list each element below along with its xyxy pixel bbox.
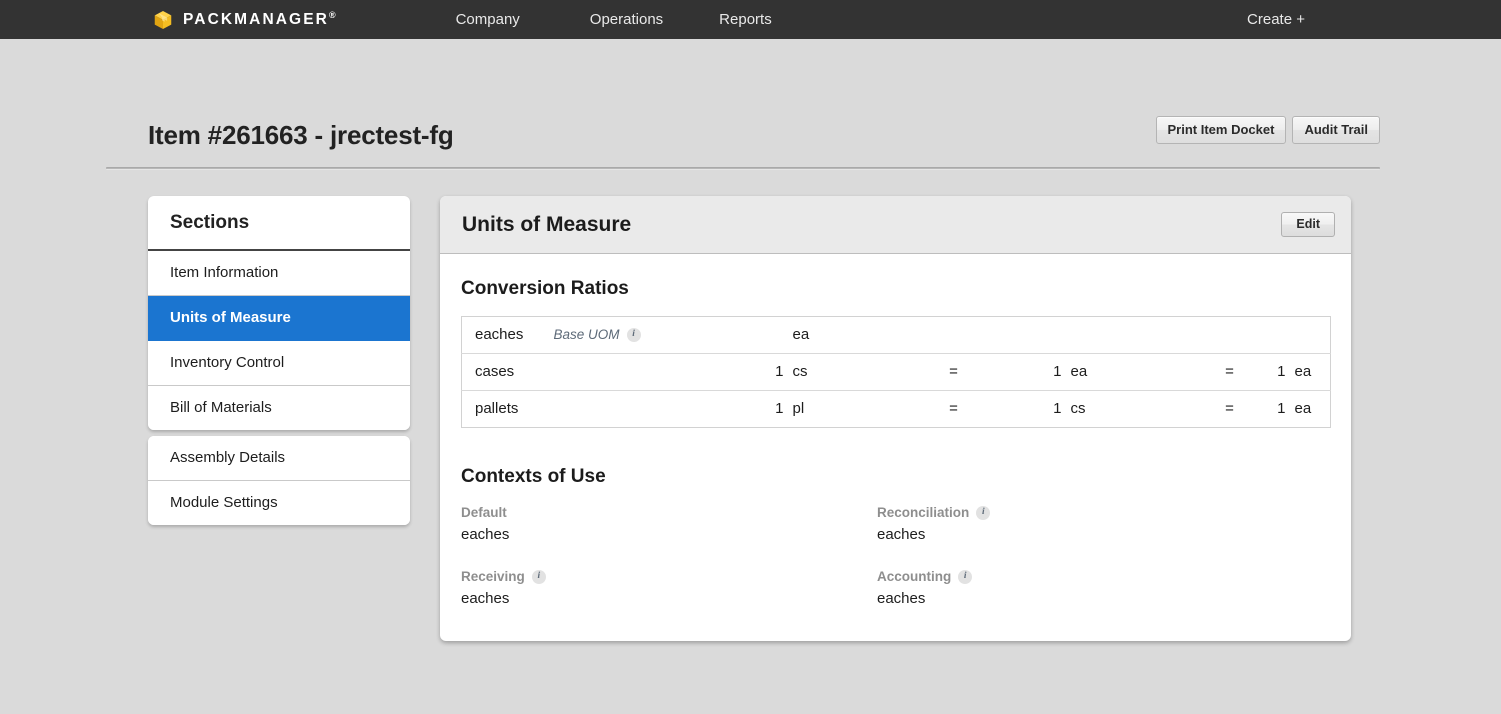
sidebar-item-item-information[interactable]: Item Information <box>148 251 410 296</box>
qty-2 <box>973 316 1062 354</box>
context-field-receiving: Receiving i eaches <box>461 569 877 607</box>
context-label-text: Accounting <box>877 569 952 584</box>
nav-item-company[interactable]: Company <box>456 0 550 39</box>
sidebar-item-assembly-details[interactable]: Assembly Details <box>148 436 410 481</box>
units-of-measure-panel: Units of Measure Edit Conversion Ratios … <box>440 196 1351 641</box>
context-label-text: Reconciliation <box>877 505 970 520</box>
contexts-of-use-section: Contexts of Use Default eaches Reconcili… <box>461 466 1330 607</box>
sidebar-item-inventory-control[interactable]: Inventory Control <box>148 341 410 386</box>
table-row: cases 1 cs = 1 ea = 1 ea <box>461 353 1331 391</box>
box-icon <box>154 10 172 29</box>
table-row: pallets 1 pl = 1 cs = 1 ea <box>462 391 1331 428</box>
equals-1 <box>933 316 974 354</box>
page-wrapper: Item #261663 - jrectest-fg Print Item Do… <box>0 39 1501 641</box>
unit-2: cs <box>1070 400 1086 417</box>
base-uom-badge <box>554 391 714 428</box>
context-label: Default <box>461 505 877 520</box>
base-uom-badge: Base UOM i <box>553 316 714 354</box>
context-label-text: Receiving <box>461 569 525 584</box>
unit-2 <box>1061 316 1210 354</box>
qty-1 <box>713 316 784 354</box>
unit-3: ea <box>1294 400 1312 417</box>
equals-1: = <box>949 400 958 417</box>
context-label: Receiving i <box>461 569 877 584</box>
unit-1: pl <box>792 400 805 417</box>
qty-1: 1 <box>775 400 784 417</box>
sidebar-heading: Sections <box>148 196 410 251</box>
qty-3: 1 <box>1277 400 1286 417</box>
unit-3: ea <box>1285 353 1331 391</box>
contexts-grid: Default eaches Reconciliation i eaches R… <box>461 505 1330 607</box>
primary-nav-links: Company Operations Reports <box>456 0 772 39</box>
brand-name: PACKMANAGER® <box>183 9 336 29</box>
unit-3 <box>1285 316 1331 354</box>
panel-title: Units of Measure <box>462 212 632 236</box>
context-field-reconciliation: Reconciliation i eaches <box>877 505 1330 543</box>
header-action-buttons: Print Item Docket Audit Trail <box>1155 116 1380 151</box>
content-area: Sections Item Information Units of Measu… <box>0 170 1501 641</box>
info-icon[interactable]: i <box>626 328 641 343</box>
nav-item-operations[interactable]: Operations <box>590 0 663 39</box>
context-value: eaches <box>461 590 510 607</box>
context-field-default: Default eaches <box>461 505 877 543</box>
contexts-of-use-heading: Contexts of Use <box>461 466 606 487</box>
context-label-text: Default <box>461 505 507 520</box>
sections-sidebar: Sections Item Information Units of Measu… <box>148 196 410 525</box>
qty-2: 1 <box>973 353 1062 391</box>
page-header: Item #261663 - jrectest-fg Print Item Do… <box>0 39 1501 151</box>
uom-name: pallets <box>475 400 519 417</box>
panel-body: Conversion Ratios eaches Base UOM i ea c… <box>440 254 1351 641</box>
conversion-ratios-heading: Conversion Ratios <box>461 278 629 299</box>
context-value: eaches <box>877 590 926 607</box>
brand-logo[interactable]: PACKMANAGER® <box>152 9 336 31</box>
page-title: Item #261663 - jrectest-fg <box>148 120 454 150</box>
equals-2: = <box>1209 353 1250 391</box>
registered-mark-icon: ® <box>328 9 336 20</box>
context-value: eaches <box>461 526 510 543</box>
panel-header: Units of Measure Edit <box>440 196 1351 254</box>
base-uom-label: Base UOM <box>553 327 620 342</box>
equals-1: = <box>933 353 974 391</box>
nav-item-reports[interactable]: Reports <box>719 0 772 39</box>
equals-2: = <box>1225 400 1234 417</box>
sidebar-item-units-of-measure[interactable]: Units of Measure <box>148 296 410 341</box>
table-row: eaches Base UOM i ea <box>461 316 1331 354</box>
unit-1: ea <box>783 316 934 354</box>
sidebar-item-bill-of-materials[interactable]: Bill of Materials <box>148 386 410 430</box>
top-navigation-bar: PACKMANAGER® Company Operations Reports … <box>0 0 1501 39</box>
context-field-accounting: Accounting i eaches <box>877 569 1330 607</box>
audit-trail-button[interactable]: Audit Trail <box>1292 116 1380 144</box>
sidebar-item-module-settings[interactable]: Module Settings <box>148 481 410 525</box>
uom-name: eaches <box>461 316 554 354</box>
info-icon[interactable]: i <box>976 505 991 520</box>
base-uom-badge <box>553 353 714 391</box>
sidebar-group-primary: Sections Item Information Units of Measu… <box>148 196 410 430</box>
unit-1: cs <box>783 353 934 391</box>
qty-2: 1 <box>1053 400 1062 417</box>
qty-1: 1 <box>713 353 784 391</box>
qty-3 <box>1249 316 1286 354</box>
edit-button[interactable]: Edit <box>1281 212 1335 237</box>
unit-2: ea <box>1061 353 1210 391</box>
context-label: Reconciliation i <box>877 505 1330 520</box>
context-value: eaches <box>877 526 926 543</box>
create-menu-button[interactable]: Create + <box>1247 11 1305 28</box>
equals-2 <box>1209 316 1250 354</box>
context-label: Accounting i <box>877 569 1330 584</box>
qty-3: 1 <box>1249 353 1286 391</box>
uom-name: cases <box>461 353 554 391</box>
print-item-docket-button[interactable]: Print Item Docket <box>1155 116 1287 144</box>
info-icon[interactable]: i <box>531 569 546 584</box>
conversion-ratios-table: eaches Base UOM i ea cases 1 cs = 1 ea =… <box>461 316 1331 428</box>
sidebar-group-secondary: Assembly Details Module Settings <box>148 436 410 525</box>
info-icon[interactable]: i <box>958 569 973 584</box>
